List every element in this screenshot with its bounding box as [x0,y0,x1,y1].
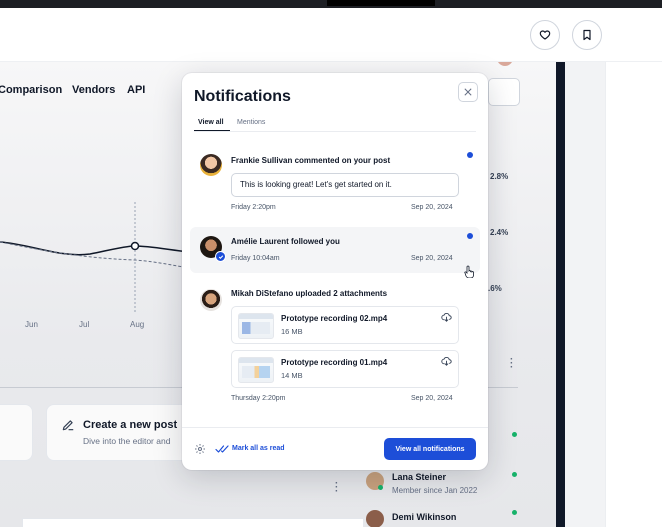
tab-divider [194,131,476,132]
avatar [200,289,222,311]
notification-time: Friday 2:20pm [231,204,276,211]
file-name: Prototype recording 02.mp4 [281,314,388,323]
avatar [200,154,222,176]
comment-preview: This is looking great! Let's get started… [231,173,459,197]
tab-mentions[interactable]: Mentions [237,119,265,126]
online-indicator [378,485,383,490]
view-all-notifications-button[interactable]: View all notifications [384,438,476,460]
member-avatar [366,510,384,527]
notification-time: Thursday 2:20pm [231,395,286,402]
background-input[interactable] [488,78,520,106]
x-tick: Jul [79,320,90,329]
nav-comparison[interactable]: Comparison [0,84,62,96]
create-post-title: Create a new post [83,419,178,431]
favorite-button[interactable] [530,20,560,50]
kebab-menu-icon[interactable]: · · · [510,355,513,373]
download-cloud-icon[interactable] [441,312,452,323]
heart-icon [539,30,551,40]
file-thumbnail [238,313,274,339]
close-icon [464,88,472,96]
mark-all-read-link[interactable]: Mark all as read [232,445,285,452]
side-gutter [512,62,605,527]
nav-vendors[interactable]: Vendors [72,84,115,96]
file-size: 16 MB [281,327,303,336]
file-name: Prototype recording 01.mp4 [281,358,388,367]
notification-text: Amélie Laurent followed you [231,237,340,246]
notification-text: Frankie Sullivan commented on your post [231,156,391,165]
modal-title: Notifications [194,88,291,105]
unread-dot [467,233,473,239]
footer-divider [182,427,488,428]
x-tick: Aug [130,320,145,329]
create-post-card[interactable]: Create a new post Dive into the editor a… [46,404,198,461]
background-card[interactable] [0,404,33,461]
x-tick: Jun [25,320,38,329]
bookmark-button[interactable] [572,20,602,50]
chart-point [130,241,140,251]
avatar-partial [497,62,513,66]
file-size: 14 MB [281,371,303,380]
hand-cursor-icon [464,265,474,278]
page-header [0,8,662,62]
unread-dot [467,152,473,158]
line-chart [0,202,190,312]
notification-text: Mikah DiStefano uploaded 2 attachments [231,289,388,298]
attachment-file[interactable]: Prototype recording 01.mp4 14 MB [231,350,459,388]
notification-date: Sep 20, 2024 [411,255,453,262]
top-bar-notch [327,0,435,6]
online-indicator [512,472,517,477]
online-indicator [512,432,517,437]
notification-date: Sep 20, 2024 [411,395,453,402]
notification-date: Sep 20, 2024 [411,204,453,211]
tab-view-all[interactable]: View all [198,119,224,126]
device-frame-edge [556,62,565,527]
member-name: Lana Steiner [392,472,447,482]
settings-gear-icon[interactable] [194,443,206,455]
download-cloud-icon[interactable] [441,356,452,367]
bookmark-icon [583,29,591,41]
attachment-file[interactable]: Prototype recording 02.mp4 16 MB [231,306,459,344]
nav-api[interactable]: API [127,84,145,96]
member-subtitle: Member since Jan 2022 [392,486,478,495]
stat-value: 2.4% [490,228,509,237]
file-thumbnail [238,357,274,383]
pencil-icon [62,420,74,431]
stat-value: 2.8% [490,172,509,181]
double-check-icon [215,445,229,453]
notifications-modal: Notifications View all Mentions Frankie … [182,73,488,470]
chart-series-solid [0,241,190,256]
notification-time: Friday 10:04am [231,255,280,262]
right-panel [605,62,662,527]
window-top-bar [0,0,662,8]
online-indicator [512,510,517,515]
background-panel [22,518,364,527]
member-name: Demi Wikinson [392,512,457,522]
kebab-menu-icon[interactable]: · · · [335,479,338,497]
verified-icon [215,251,226,262]
create-post-subtitle: Dive into the editor and [83,436,171,446]
close-button[interactable] [458,82,478,102]
stat-value: .6% [488,284,502,293]
notification-item-hovered[interactable] [190,227,480,273]
